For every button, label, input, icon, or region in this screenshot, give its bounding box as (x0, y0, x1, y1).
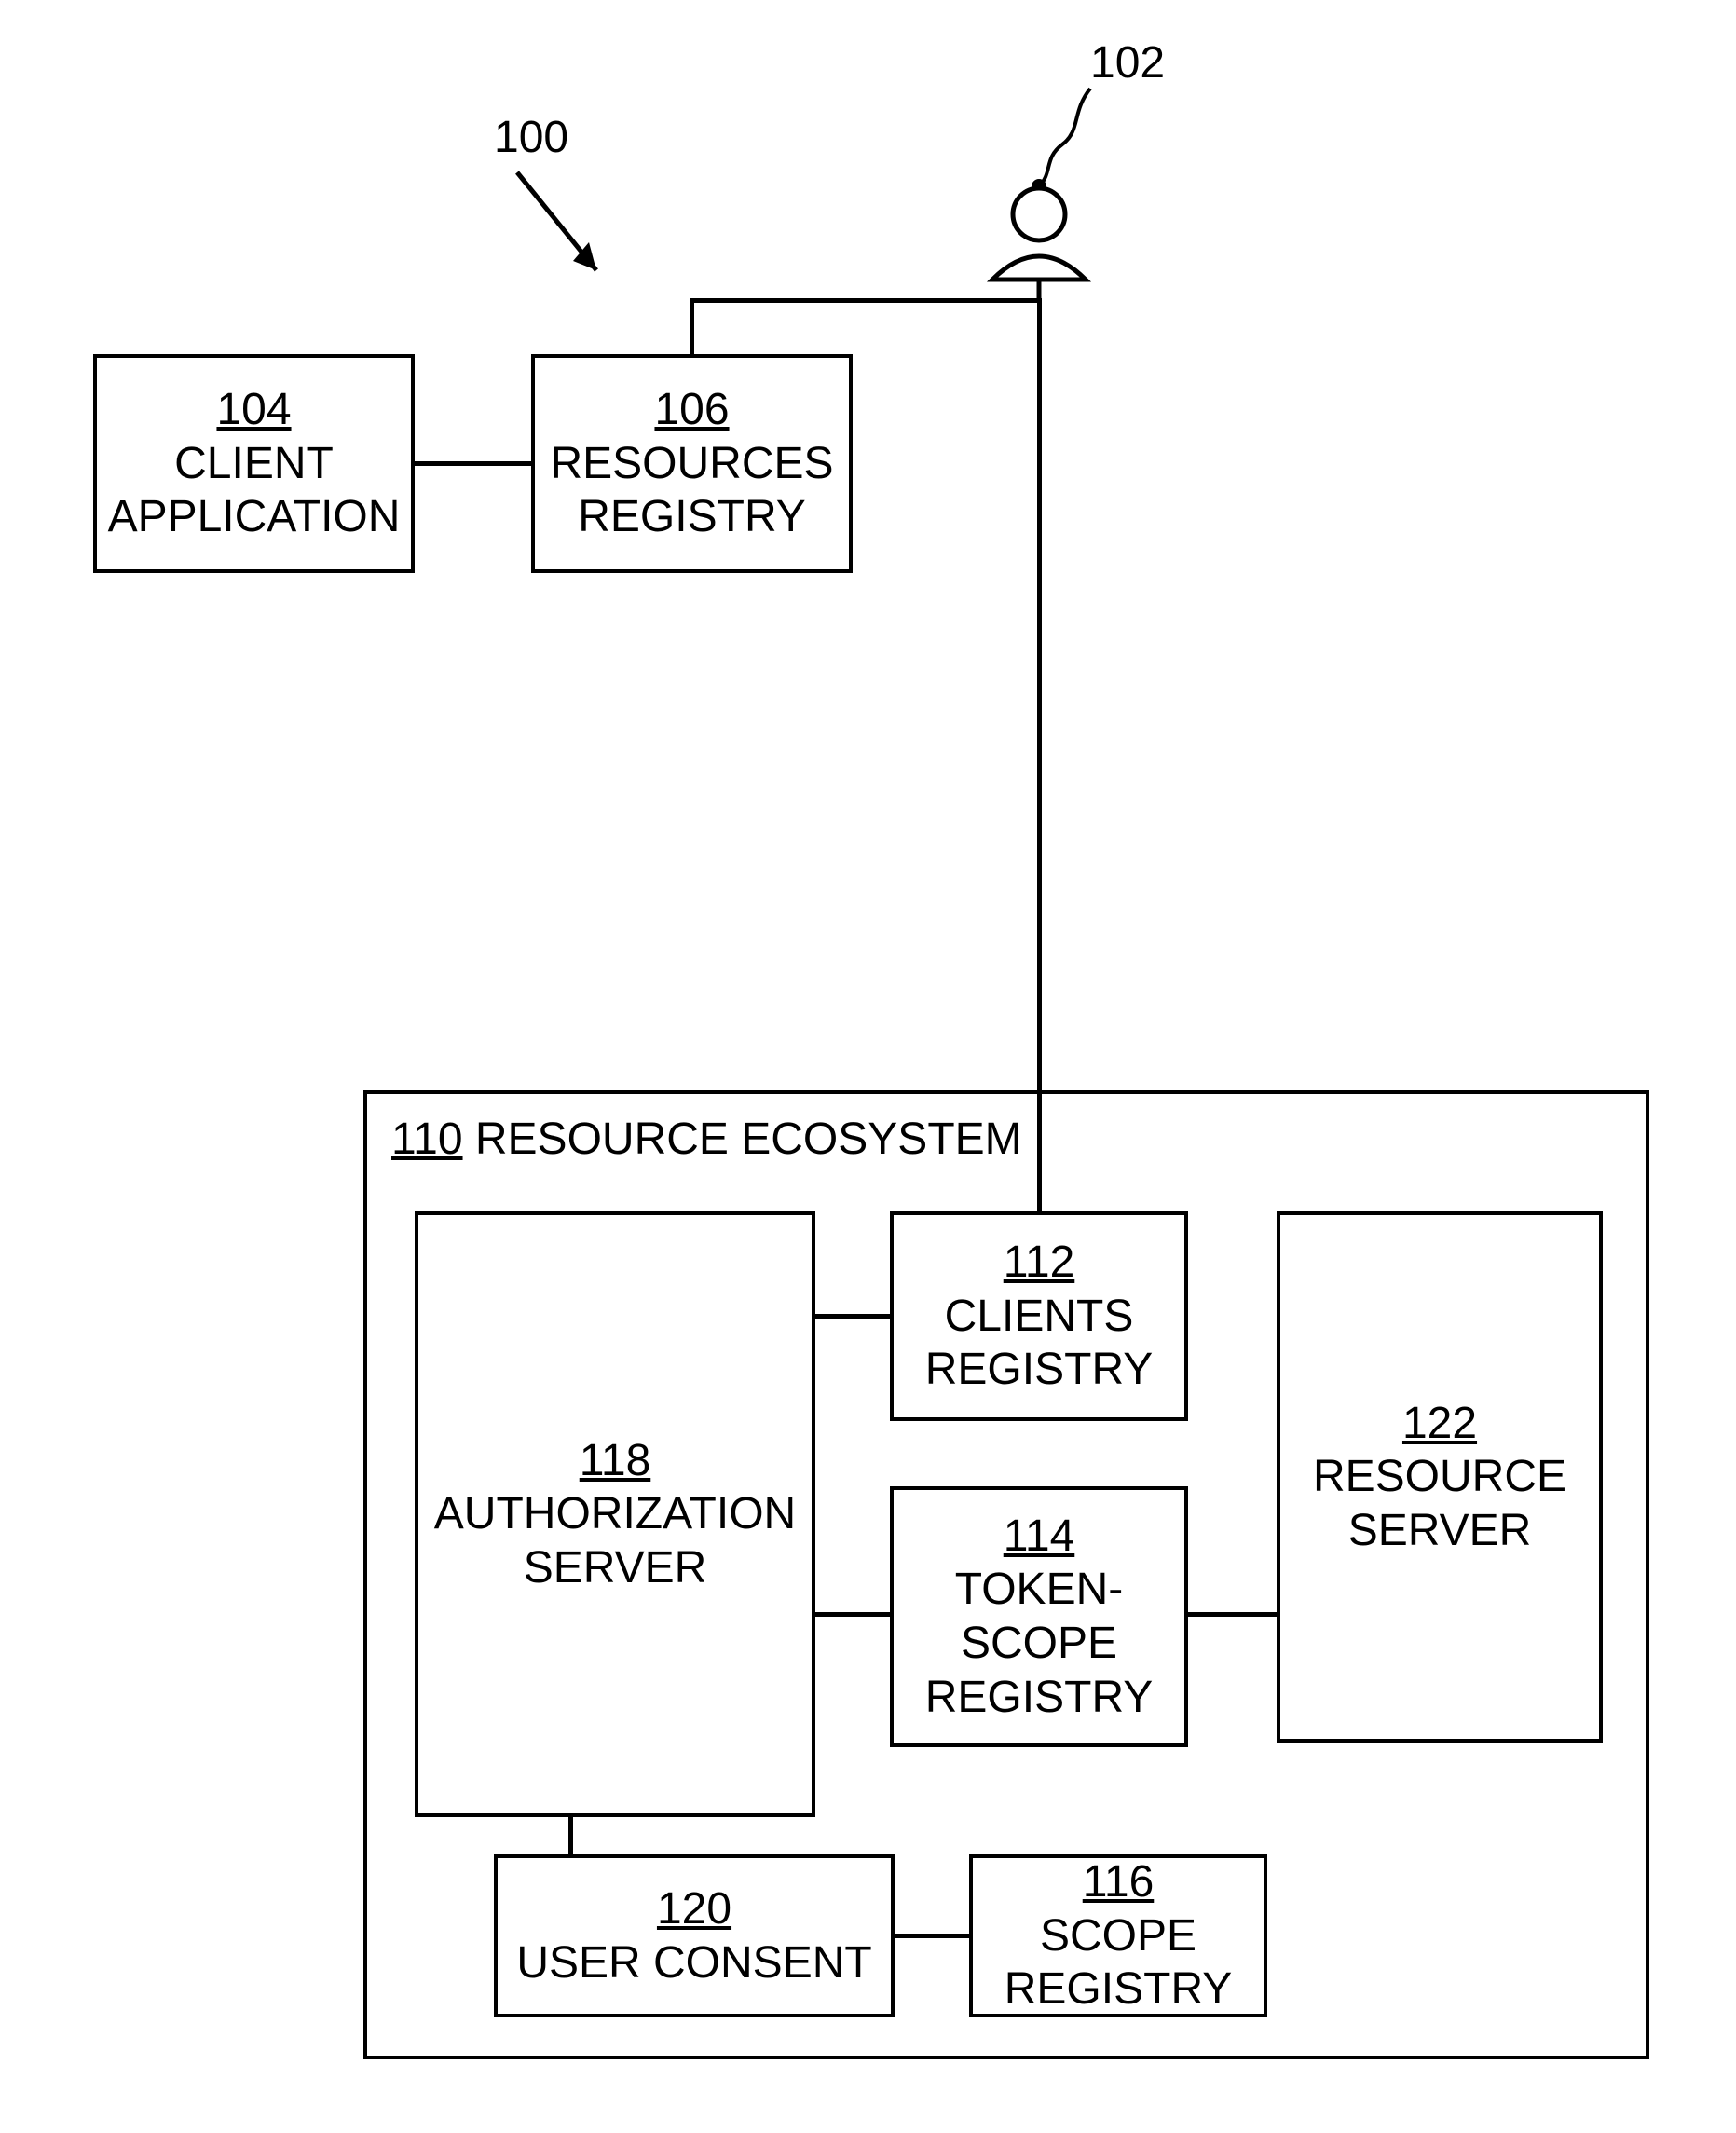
block-resources-registry: 106 RESOURCES REGISTRY (531, 354, 853, 573)
ref-label-102: 102 (1090, 37, 1165, 89)
block-user-consent: 120 USER CONSENT (494, 1854, 895, 2017)
connector-user-to-106-v (690, 298, 694, 354)
num-118: 118 (580, 1436, 651, 1485)
label-resources: RESOURCES (550, 437, 833, 491)
block-scope-registry: 116 SCOPE REGISTRY (969, 1854, 1267, 2017)
ref-label-100: 100 (494, 112, 568, 163)
connector-114-122 (1188, 1612, 1277, 1617)
connector-118-112 (815, 1314, 890, 1319)
label-server-122: SERVER (1348, 1504, 1532, 1558)
num-120: 120 (657, 1884, 731, 1934)
block-resource-server: 122 RESOURCE SERVER (1277, 1211, 1603, 1743)
label-registry-114: REGISTRY (925, 1671, 1154, 1725)
label-scope-116: SCOPE (1040, 1909, 1196, 1963)
num-122: 122 (1402, 1399, 1477, 1448)
block-client-application: 104 CLIENT APPLICATION (93, 354, 415, 573)
label-server-118: SERVER (524, 1541, 707, 1595)
block-token-scope-registry: 114 TOKEN- SCOPE REGISTRY (890, 1486, 1188, 1747)
label-scope-114: SCOPE (961, 1617, 1117, 1671)
connector-118-114 (815, 1612, 890, 1617)
connector-120-116 (895, 1934, 969, 1938)
label-ecosystem-title: 110 RESOURCE ECOSYSTEM (391, 1114, 1022, 1165)
label-registry-112: REGISTRY (925, 1343, 1154, 1397)
num-110: 110 (391, 1114, 463, 1164)
label-application: APPLICATION (108, 490, 401, 544)
label-token: TOKEN- (955, 1563, 1123, 1617)
num-116: 116 (1083, 1857, 1155, 1907)
connector-user-to-106-h (690, 298, 1042, 303)
num-114: 114 (1004, 1511, 1075, 1561)
connector-118-120 (568, 1817, 573, 1854)
num-112: 112 (1004, 1237, 1075, 1287)
block-clients-registry: 112 CLIENTS REGISTRY (890, 1211, 1188, 1421)
label-ecosystem-text: RESOURCE ECOSYSTEM (475, 1114, 1022, 1164)
num-106: 106 (654, 385, 729, 434)
label-clients: CLIENTS (945, 1290, 1134, 1344)
num-104: 104 (216, 385, 291, 434)
label-registry-106: REGISTRY (578, 490, 806, 544)
label-user-consent: USER CONSENT (516, 1936, 871, 1990)
connector-104-106 (415, 461, 531, 466)
label-registry-116: REGISTRY (1005, 1962, 1233, 2017)
label-authorization: AUTHORIZATION (434, 1487, 796, 1541)
label-resource-122: RESOURCE (1313, 1450, 1566, 1504)
block-authorization-server: 118 AUTHORIZATION SERVER (415, 1211, 815, 1817)
label-client: CLIENT (174, 437, 334, 491)
